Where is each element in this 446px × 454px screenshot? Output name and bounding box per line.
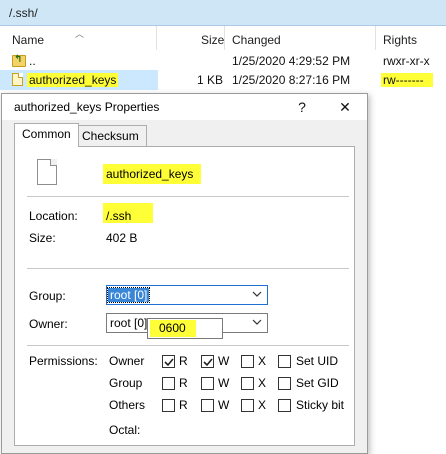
set-uid-label: Set UID xyxy=(296,354,339,368)
file-changed: 1/25/2020 4:29:52 PM xyxy=(232,54,351,68)
column-changed[interactable]: Changed xyxy=(232,33,281,47)
path-bar[interactable]: /.ssh/ xyxy=(0,0,446,26)
others-execute-checkbox[interactable] xyxy=(241,399,254,412)
divider xyxy=(27,268,349,269)
path-text: /.ssh/ xyxy=(9,6,38,20)
set-gid-label: Set GID xyxy=(296,376,339,390)
divider xyxy=(27,345,349,346)
group-select-value: root [0] xyxy=(106,287,151,303)
owner-read-label: R xyxy=(179,354,188,368)
divider xyxy=(27,196,349,197)
perm-owner-label: Owner xyxy=(109,354,145,368)
column-divider[interactable] xyxy=(156,26,157,50)
column-rights[interactable]: Rights xyxy=(383,33,417,47)
file-name: authorized_keys xyxy=(27,73,119,87)
file-icon xyxy=(12,73,23,86)
properties-dialog: authorized_keys Properties ? ✕ Common Ch… xyxy=(1,93,368,454)
size-label: Size: xyxy=(29,231,56,245)
octal-input[interactable]: 0600 xyxy=(147,318,223,339)
group-execute-label: X xyxy=(258,376,267,390)
file-document-icon xyxy=(37,159,57,185)
close-button[interactable]: ✕ xyxy=(330,97,360,117)
column-size[interactable]: Size xyxy=(201,33,224,47)
tab-common[interactable]: Common xyxy=(14,123,79,147)
others-write-label: W xyxy=(218,398,230,412)
group-read-checkbox[interactable] xyxy=(162,377,175,390)
file-rights: rwxr-xr-x xyxy=(383,54,430,68)
sticky-bit-label: Sticky bit xyxy=(296,398,345,412)
owner-execute-checkbox[interactable] xyxy=(241,355,254,368)
check-icon xyxy=(203,358,213,367)
perm-others-label: Others xyxy=(109,398,146,412)
file-changed: 1/25/2020 8:27:16 PM xyxy=(232,73,351,87)
column-divider[interactable] xyxy=(375,26,376,50)
group-execute-checkbox[interactable] xyxy=(241,377,254,390)
file-size: 1 KB xyxy=(197,73,224,87)
file-rights: rw------- xyxy=(381,73,433,87)
sticky-bit-checkbox[interactable] xyxy=(278,399,291,412)
permissions-label: Permissions: xyxy=(29,354,98,368)
set-uid-checkbox[interactable] xyxy=(278,355,291,368)
column-divider[interactable] xyxy=(224,26,225,50)
location-value: /.ssh xyxy=(106,209,132,223)
tab-checksum[interactable]: Checksum xyxy=(74,125,147,147)
owner-execute-label: X xyxy=(258,354,267,368)
file-row-parent[interactable]: ↰ .. 1/25/2020 4:29:52 PM rwxr-xr-x xyxy=(0,51,446,71)
others-execute-label: X xyxy=(258,398,267,412)
group-read-label: R xyxy=(179,376,188,390)
check-icon xyxy=(164,358,174,367)
column-name[interactable]: Name xyxy=(12,33,44,47)
column-header: Name Size Changed Rights xyxy=(0,26,446,52)
location-label: Location: xyxy=(29,209,78,223)
file-name-label: authorized_keys xyxy=(106,167,194,181)
owner-write-checkbox[interactable] xyxy=(201,355,214,368)
group-write-checkbox[interactable] xyxy=(201,377,214,390)
perm-group-label: Group xyxy=(109,376,143,390)
owner-write-label: W xyxy=(218,354,230,368)
file-row-authorized-keys[interactable]: authorized_keys 1 KB 1/25/2020 8:27:16 P… xyxy=(0,70,446,90)
others-read-label: R xyxy=(179,398,188,412)
set-gid-checkbox[interactable] xyxy=(278,377,291,390)
help-button[interactable]: ? xyxy=(287,97,317,117)
chevron-down-icon xyxy=(252,319,262,325)
file-name: .. xyxy=(29,54,36,68)
dialog-titlebar[interactable]: authorized_keys Properties ? ✕ xyxy=(2,94,367,120)
size-value: 402 B xyxy=(106,231,138,245)
octal-value: 0600 xyxy=(150,320,196,337)
owner-select-value: root [0] xyxy=(110,316,148,330)
group-write-label: W xyxy=(218,376,230,390)
octal-label: Octal: xyxy=(109,423,141,437)
dialog-title: authorized_keys Properties xyxy=(14,100,160,114)
group-select[interactable]: root [0] xyxy=(106,285,268,305)
sort-ascending-icon: ︿ xyxy=(75,29,85,39)
tab-panel-common: authorized_keys Location: /.ssh Size: 40… xyxy=(14,146,355,446)
parent-directory-icon: ↰ xyxy=(12,54,26,67)
owner-label: Owner: xyxy=(29,317,68,331)
others-write-checkbox[interactable] xyxy=(201,399,214,412)
others-read-checkbox[interactable] xyxy=(162,399,175,412)
group-label: Group: xyxy=(29,289,66,303)
owner-read-checkbox[interactable] xyxy=(162,355,175,368)
chevron-down-icon xyxy=(252,291,262,297)
